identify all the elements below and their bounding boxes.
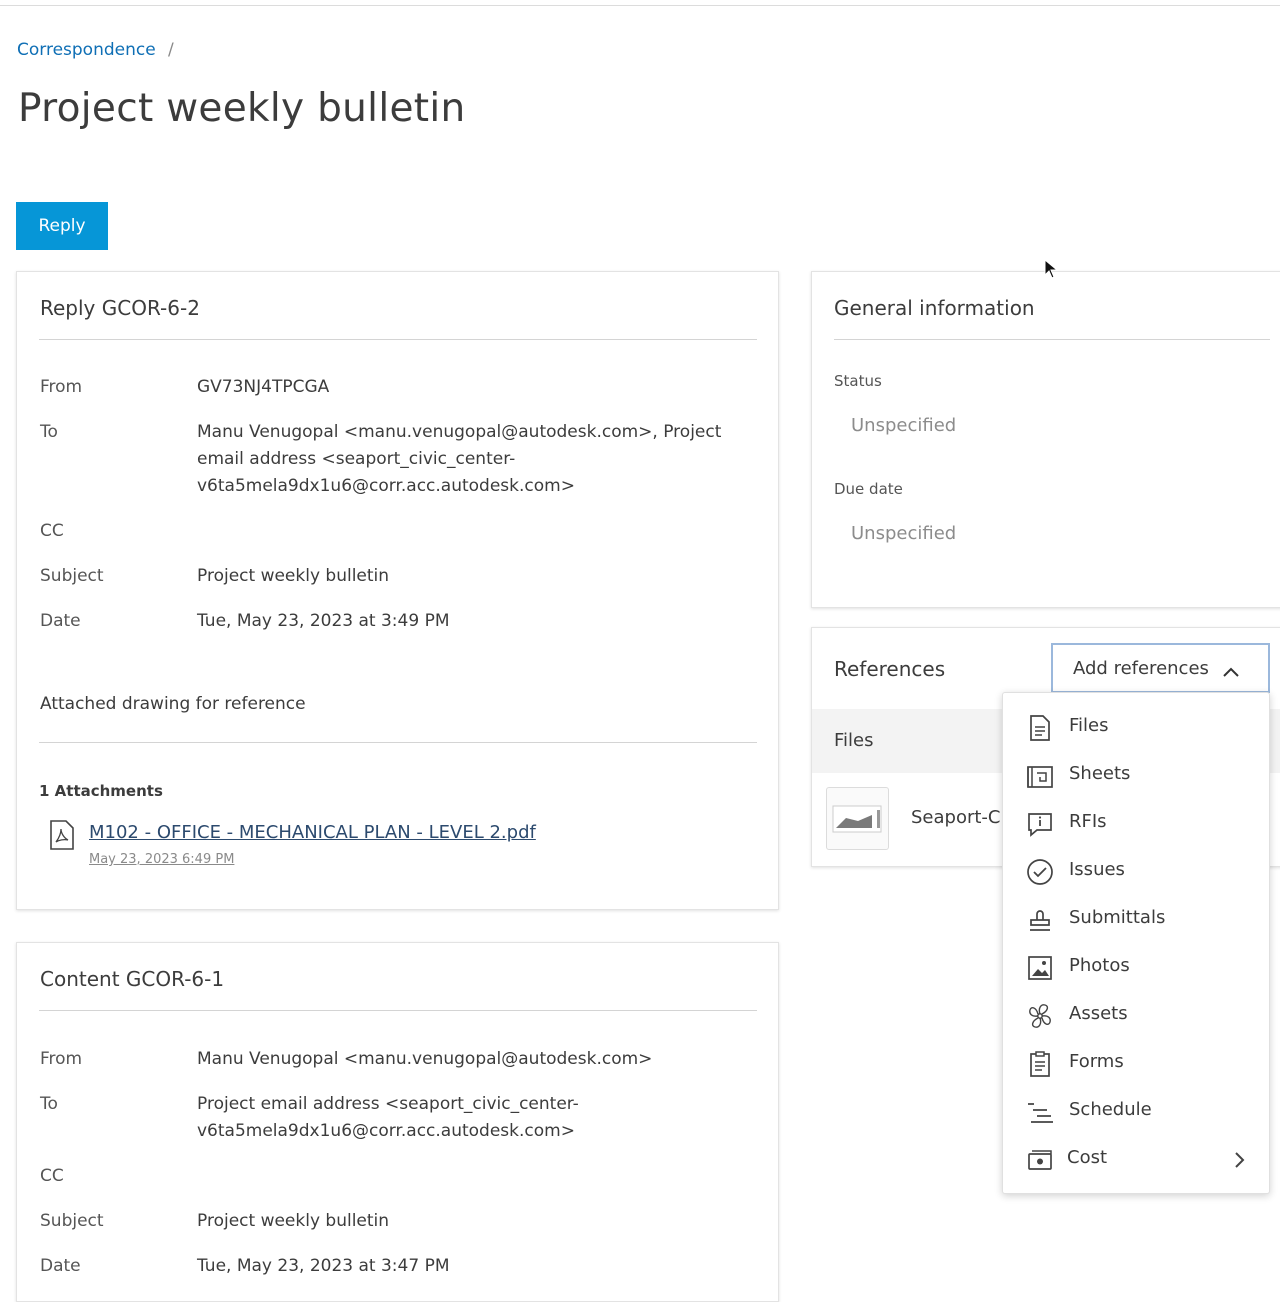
cc-label: CC — [40, 1166, 64, 1186]
content-card: Content GCOR-6-1 From Manu Venugopal <ma… — [16, 942, 779, 1302]
menu-item-label: Assets — [1069, 1003, 1128, 1024]
date-value: Tue, May 23, 2023 at 3:47 PM — [197, 1256, 450, 1276]
stamp-icon — [1025, 905, 1055, 935]
chevron-up-icon — [1223, 662, 1239, 677]
menu-item-cost[interactable]: Cost — [1003, 1135, 1269, 1183]
fan-icon — [1025, 1001, 1055, 1031]
divider — [39, 339, 757, 340]
top-border — [0, 5, 1280, 6]
attachment-date: May 23, 2023 6:49 PM — [89, 852, 235, 867]
menu-item-submittals[interactable]: Submittals — [1003, 895, 1269, 943]
issues-icon — [1025, 857, 1055, 887]
menu-item-photos[interactable]: Photos — [1003, 943, 1269, 991]
reference-file-name[interactable]: Seaport-Ci — [911, 807, 1006, 828]
to-line: v6ta5mela9dx1u6@corr.acc.autodesk.com> — [197, 1121, 575, 1141]
sheets-icon — [1025, 761, 1055, 791]
to-line: Manu Venugopal <manu.venugopal@autodesk.… — [197, 422, 722, 442]
schedule-icon — [1025, 1097, 1055, 1127]
status-value[interactable]: Unspecified — [851, 415, 956, 436]
menu-item-label: Cost — [1067, 1147, 1108, 1168]
add-references-label: Add references — [1073, 657, 1209, 679]
date-value: Tue, May 23, 2023 at 3:49 PM — [197, 611, 450, 631]
from-value: Manu Venugopal <manu.venugopal@autodesk.… — [197, 1049, 653, 1069]
menu-item-issues[interactable]: Issues — [1003, 847, 1269, 895]
cc-label: CC — [40, 521, 64, 541]
file-thumbnail[interactable] — [826, 787, 889, 850]
to-value: Manu Venugopal <manu.venugopal@autodesk.… — [197, 419, 721, 500]
due-date-label: Due date — [834, 480, 903, 498]
menu-item-label: Photos — [1069, 955, 1130, 976]
files-heading: Files — [834, 730, 874, 751]
to-value: Project email address <seaport_civic_cen… — [197, 1091, 579, 1145]
subject-value: Project weekly bulletin — [197, 1211, 390, 1231]
to-line: v6ta5mela9dx1u6@corr.acc.autodesk.com> — [197, 476, 575, 496]
due-date-value[interactable]: Unspecified — [851, 523, 956, 544]
general-information-title: General information — [834, 296, 1035, 320]
subject-value: Project weekly bulletin — [197, 566, 390, 586]
date-label: Date — [40, 611, 81, 631]
reply-card-title: Reply GCOR-6-2 — [40, 296, 200, 320]
chevron-right-icon — [1233, 1151, 1245, 1169]
pdf-file-icon — [49, 820, 75, 850]
menu-item-assets[interactable]: Assets — [1003, 991, 1269, 1039]
reply-button[interactable]: Reply — [16, 202, 108, 250]
divider — [39, 742, 757, 743]
menu-item-label: Sheets — [1069, 763, 1131, 784]
add-references-menu: Files Sheets RFIs Issues Submittals Phot… — [1002, 692, 1270, 1194]
menu-item-label: Forms — [1069, 1051, 1124, 1072]
date-label: Date — [40, 1256, 81, 1276]
menu-item-schedule[interactable]: Schedule — [1003, 1087, 1269, 1135]
subject-label: Subject — [40, 566, 104, 586]
to-label: To — [40, 1094, 58, 1114]
rfi-icon — [1025, 809, 1055, 839]
menu-item-sheets[interactable]: Sheets — [1003, 751, 1269, 799]
attachment-link[interactable]: M102 - OFFICE - MECHANICAL PLAN - LEVEL … — [89, 822, 536, 843]
subject-label: Subject — [40, 1211, 104, 1231]
menu-item-label: Issues — [1069, 859, 1125, 880]
photo-icon — [1025, 953, 1055, 983]
reply-card: Reply GCOR-6-2 From GV73NJ4TPCGA To Manu… — [16, 271, 779, 910]
breadcrumb-separator: / — [168, 40, 174, 60]
from-label: From — [40, 1049, 83, 1069]
status-label: Status — [834, 372, 882, 390]
to-label: To — [40, 422, 58, 442]
menu-item-forms[interactable]: Forms — [1003, 1039, 1269, 1087]
menu-item-rfis[interactable]: RFIs — [1003, 799, 1269, 847]
menu-item-label: Files — [1069, 715, 1109, 736]
message-body: Attached drawing for reference — [40, 694, 306, 714]
to-line: Project email address <seaport_civic_cen… — [197, 1094, 579, 1114]
references-title: References — [834, 657, 946, 681]
menu-item-label: Submittals — [1069, 907, 1166, 928]
file-icon — [1025, 713, 1055, 743]
attachments-heading: 1 Attachments — [39, 782, 163, 800]
add-references-button[interactable]: Add references — [1051, 643, 1270, 693]
content-card-title: Content GCOR-6-1 — [40, 967, 225, 991]
page-title: Project weekly bulletin — [18, 86, 466, 131]
menu-item-files[interactable]: Files — [1003, 703, 1269, 751]
general-information-card: General information Status Unspecified D… — [811, 271, 1280, 608]
menu-item-label: RFIs — [1069, 811, 1107, 832]
mouse-cursor-icon — [1044, 258, 1059, 279]
divider — [834, 339, 1270, 340]
clipboard-icon — [1025, 1049, 1055, 1079]
to-line: email address <seaport_civic_center- — [197, 449, 516, 469]
from-label: From — [40, 377, 83, 397]
cost-icon — [1025, 1145, 1055, 1175]
breadcrumb-correspondence-link[interactable]: Correspondence — [17, 40, 156, 60]
from-value: GV73NJ4TPCGA — [197, 377, 330, 397]
divider — [39, 1010, 757, 1011]
menu-item-label: Schedule — [1069, 1099, 1152, 1120]
